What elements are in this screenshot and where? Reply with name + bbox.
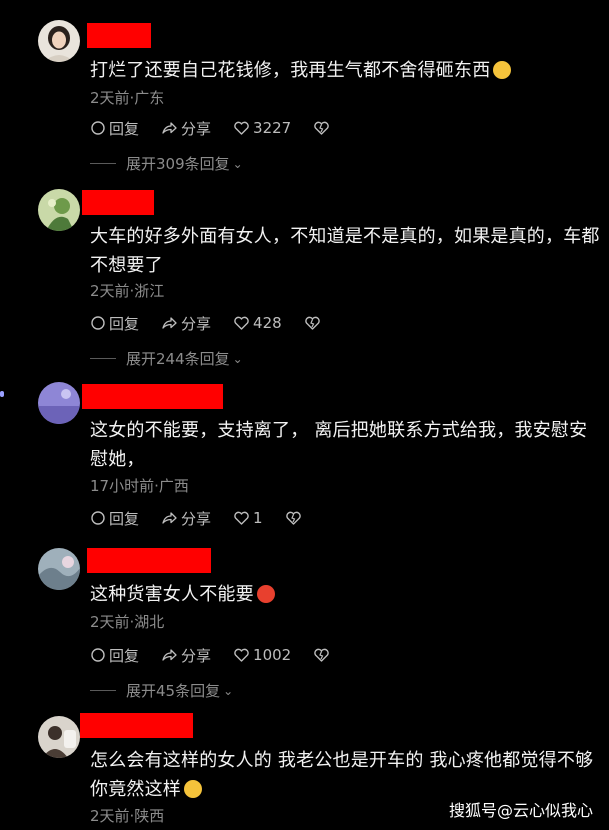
watermark: 搜狐号@云心似我心	[448, 801, 593, 820]
share-button[interactable]: 分享	[161, 508, 211, 529]
share-icon	[162, 649, 177, 661]
chevron-down-icon: ⌄	[232, 156, 243, 171]
avatar[interactable]	[38, 382, 80, 424]
avatar[interactable]	[38, 716, 80, 758]
divider-line	[90, 358, 116, 359]
expand-label: 展开244条回复	[126, 350, 230, 368]
avatar[interactable]	[38, 548, 80, 590]
reply-label: 回复	[109, 646, 140, 665]
reply-label: 回复	[109, 314, 140, 333]
comment-meta: 2天前·浙江	[90, 282, 165, 300]
comment-text: 这种货害女人不能要	[90, 580, 602, 609]
avatar[interactable]	[38, 20, 80, 62]
username-redaction	[82, 190, 154, 215]
laugh-cry-emoji	[493, 61, 512, 79]
username-redaction	[87, 23, 151, 48]
action-bar: 回复 分享 3227	[90, 118, 355, 138]
reply-button[interactable]: 回复	[90, 118, 139, 139]
comment-text: 这女的不能要，支持离了， 离后把她联系方式给我，我安慰安慰她，	[90, 420, 588, 470]
expand-replies[interactable]: 展开244条回复 ⌄	[90, 348, 243, 369]
reply-icon	[91, 121, 105, 135]
share-label: 分享	[181, 509, 212, 528]
share-button[interactable]: 分享	[161, 313, 211, 334]
reply-icon	[91, 648, 105, 662]
chevron-down-icon: ⌄	[223, 683, 234, 698]
avatar[interactable]	[38, 189, 80, 231]
comment-text: 怎么会有这样的女人的 我老公也是开车的 我心疼他都觉得不够你竟然这样	[90, 750, 594, 800]
reply-label: 回复	[109, 119, 140, 138]
expand-replies[interactable]: 展开45条回复 ⌄	[90, 680, 233, 701]
angry-emoji	[256, 585, 275, 603]
reply-button[interactable]: 回复	[90, 645, 139, 666]
comment-meta: 2天前·湖北	[90, 613, 165, 631]
heart-icon	[234, 121, 249, 135]
action-bar: 回复 分享 1002	[90, 645, 355, 665]
divider-line	[90, 163, 116, 164]
share-button[interactable]: 分享	[161, 645, 211, 666]
share-button[interactable]: 分享	[161, 118, 211, 139]
expand-label: 展开309条回复	[126, 155, 230, 173]
reply-label: 回复	[109, 509, 140, 528]
like-count: 1	[253, 509, 263, 527]
like-button[interactable]: 428	[233, 314, 282, 332]
like-count: 1002	[253, 646, 292, 664]
reply-icon	[91, 511, 105, 525]
comment-meta: 2天前·陕西	[90, 807, 165, 825]
chevron-down-icon: ⌄	[232, 351, 243, 366]
expand-label: 展开45条回复	[126, 682, 221, 700]
like-count: 3227	[253, 119, 292, 137]
comment-text: 打烂了还要自己花钱修，我再生气都不舍得砸东西	[90, 56, 602, 85]
share-label: 分享	[181, 314, 212, 333]
like-button[interactable]: 1002	[233, 646, 291, 664]
broken-heart-icon	[314, 648, 329, 662]
like-count: 428	[253, 314, 282, 332]
reply-button[interactable]: 回复	[90, 313, 139, 334]
divider-line	[90, 690, 116, 691]
dislike-button[interactable]	[304, 315, 324, 331]
broken-heart-icon	[314, 121, 329, 135]
broken-heart-icon	[304, 316, 320, 330]
share-icon	[162, 122, 177, 134]
share-label: 分享	[181, 119, 212, 138]
username-redaction	[87, 548, 211, 573]
edge-marker	[0, 391, 4, 397]
share-icon	[162, 512, 177, 524]
heart-icon	[234, 511, 249, 525]
reply-button[interactable]: 回复	[90, 508, 139, 529]
reply-icon	[91, 316, 105, 330]
dislike-button[interactable]	[285, 510, 305, 526]
action-bar: 回复 分享 428	[90, 313, 346, 333]
thinking-emoji	[184, 780, 202, 798]
action-bar: 回复 分享 1	[90, 508, 327, 528]
heart-icon	[234, 648, 249, 662]
username-redaction	[82, 384, 223, 409]
like-button[interactable]: 1	[233, 509, 263, 527]
expand-replies[interactable]: 展开309条回复 ⌄	[90, 153, 243, 174]
dislike-button[interactable]	[313, 647, 333, 663]
heart-icon	[234, 316, 249, 330]
like-button[interactable]: 3227	[233, 119, 291, 137]
username-redaction	[80, 713, 193, 738]
comment-meta: 17小时前·广西	[90, 477, 189, 495]
comment-meta: 2天前·广东	[90, 89, 165, 107]
broken-heart-icon	[285, 511, 301, 525]
share-label: 分享	[181, 646, 212, 665]
comment-text: 大车的好多外面有女人，不知道是不是真的，如果是真的，车都不想要了	[90, 226, 600, 276]
dislike-button[interactable]	[313, 120, 333, 136]
share-icon	[162, 317, 177, 329]
